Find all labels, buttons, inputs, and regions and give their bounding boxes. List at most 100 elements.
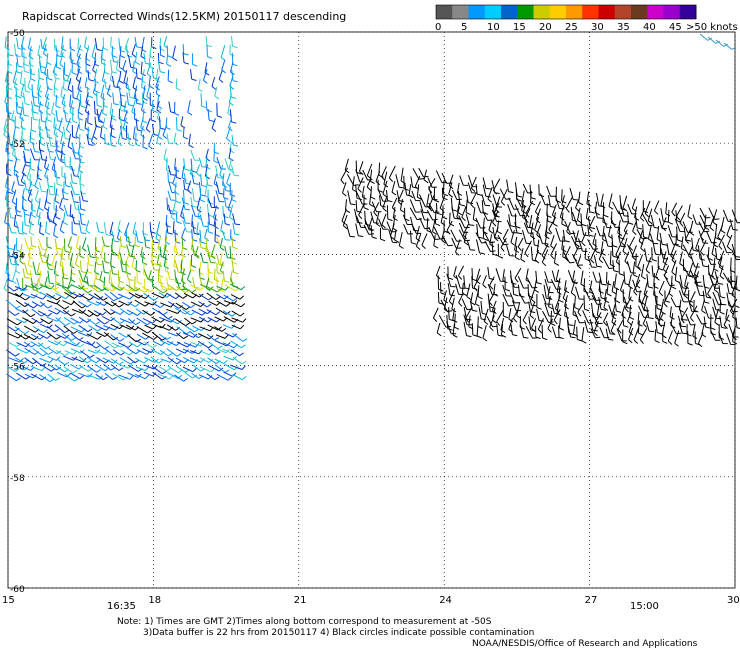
wind-barb (588, 199, 595, 214)
wind-barb (447, 266, 454, 280)
wind-barb (151, 316, 166, 323)
wind-barb (190, 149, 200, 161)
wind-barb (21, 203, 30, 216)
wind-barb (397, 189, 404, 206)
wind-barb (186, 269, 192, 284)
wind-barb (552, 212, 558, 227)
wind-barb (653, 282, 659, 298)
wind-barb (667, 330, 673, 345)
wind-barb (637, 320, 644, 336)
wind-barb (612, 260, 619, 273)
wind-barb (52, 213, 58, 226)
wind-barb (103, 61, 110, 75)
legend-swatch (631, 5, 648, 19)
wind-barb (182, 366, 197, 373)
wind-barb (87, 244, 96, 259)
wind-barb (80, 190, 89, 202)
wind-barb (184, 325, 199, 333)
wind-barb (536, 294, 542, 310)
wind-barb (482, 275, 487, 289)
wind-barb (173, 132, 179, 146)
wind-barb (53, 68, 60, 80)
wind-barb (615, 251, 621, 266)
time-label-end: 15:00 (630, 601, 659, 612)
wind-barb (211, 76, 217, 90)
wind-barb (218, 70, 224, 83)
wind-barb (70, 326, 86, 333)
wind-barb (694, 274, 703, 287)
legend-label: 0 (435, 22, 441, 33)
wind-barb (231, 324, 245, 330)
wind-barb (674, 266, 680, 284)
wind-barb (134, 92, 142, 105)
wind-barb (391, 180, 397, 196)
wind-barb (134, 37, 142, 49)
wind-barb (550, 235, 555, 250)
wind-barb (644, 200, 651, 218)
wind-barb (15, 299, 30, 308)
wind-barb (47, 373, 60, 381)
wind-barb (63, 156, 71, 168)
wind-barb (7, 60, 13, 74)
wind-barb (102, 37, 109, 51)
wind-barb (232, 356, 247, 365)
legend-label: 35 (617, 22, 630, 33)
lat-label: -52 (10, 140, 25, 150)
wind-barb (71, 213, 80, 225)
wind-barb (676, 205, 683, 221)
legend-swatch (566, 5, 583, 19)
wind-barb (110, 262, 118, 275)
wind-barb (521, 190, 527, 208)
wind-barb (38, 126, 44, 139)
legend-label: 10 (487, 22, 500, 33)
wind-barb (709, 216, 715, 232)
wind-barb (229, 182, 236, 197)
wind-barb (611, 211, 617, 226)
note-line-2: 3)Data buffer is 22 hrs from 20150117 4)… (143, 628, 534, 638)
wind-barb (591, 302, 599, 319)
wind-barb (86, 340, 101, 349)
wind-barb (104, 372, 118, 380)
wind-barb (640, 237, 645, 252)
wind-barb (702, 274, 710, 289)
legend-label: 5 (461, 22, 467, 33)
wind-barb (477, 316, 483, 329)
wind-barb (645, 321, 655, 333)
wind-barb (13, 158, 19, 174)
wind-barb (63, 62, 70, 77)
wind-barb (111, 108, 117, 121)
wind-barb (87, 110, 93, 126)
wind-barb (127, 347, 141, 355)
wind-barb (219, 237, 225, 251)
wind-barb (109, 221, 115, 237)
wind-barb (15, 237, 21, 253)
wind-barb (157, 52, 164, 65)
wind-barb (53, 164, 61, 179)
wind-barb (723, 314, 730, 329)
wind-barb (506, 179, 514, 194)
wind-barb (213, 214, 219, 230)
wind-barb (231, 236, 238, 250)
wind-barb (208, 268, 214, 284)
wind-barb (155, 83, 161, 97)
wind-barb (79, 260, 87, 274)
wind-barb (183, 180, 190, 192)
wind-barb (347, 190, 356, 206)
wind-barb (684, 229, 692, 244)
wind-barb (38, 198, 44, 211)
wind-barb (480, 301, 488, 316)
wind-barb (165, 117, 171, 130)
wind-barb (466, 239, 476, 251)
wind-barb (65, 117, 71, 134)
wind-barb (517, 284, 525, 298)
wind-barb (502, 228, 509, 243)
wind-barb (182, 126, 189, 140)
wind-barb (216, 157, 226, 170)
wind-barb (167, 69, 173, 84)
wind-barb (517, 237, 524, 252)
wind-barb (38, 182, 47, 193)
wind-barb (222, 270, 230, 283)
wind-barb (704, 305, 714, 319)
wind-barb (126, 92, 134, 107)
wind-barb (615, 287, 621, 304)
